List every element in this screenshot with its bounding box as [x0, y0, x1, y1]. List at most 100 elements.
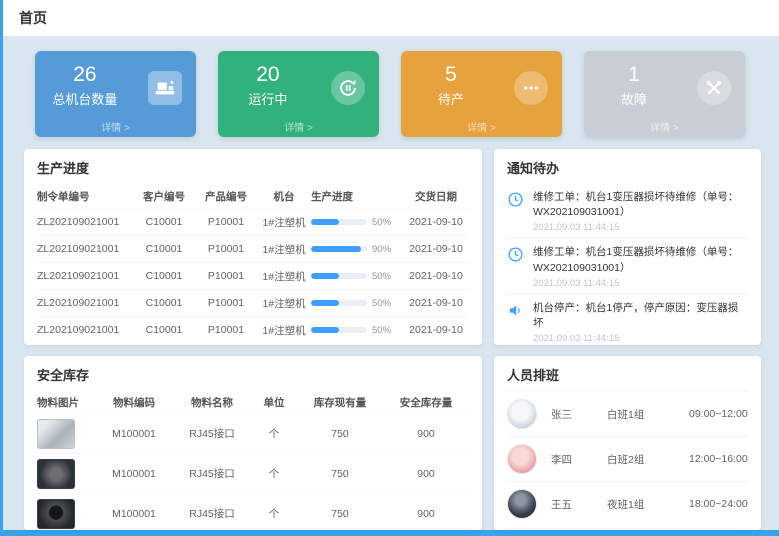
running-icon	[331, 71, 365, 105]
stock-qty: 750	[297, 468, 383, 480]
notice-body: 维修工单：机台1变压器损坏待维修（单号：WX202109031001） 2021…	[533, 190, 748, 233]
delivery-date: 2021-09-10	[403, 297, 469, 309]
order-no: ZL202109021001	[37, 324, 133, 336]
stat-value: 5	[401, 63, 501, 87]
machine-name: 1#注塑机	[257, 269, 311, 284]
column-header: 安全库存量	[383, 395, 469, 410]
notice-body: 维修工单：机台1变压器损坏待维修（单号：WX202109031001） 2021…	[533, 245, 748, 288]
material-name: RJ45接口	[173, 466, 251, 481]
table-row: M100001 RJ45接口 个 750 900	[37, 453, 469, 493]
machine-icon	[148, 71, 182, 105]
stock-qty: 750	[297, 508, 383, 520]
column-header: 机台	[257, 189, 311, 204]
progress-bar	[311, 327, 367, 333]
staff-shift: 白班1组	[607, 407, 689, 422]
safety-stock-panel: 安全库存 物料图片 物料编码 物料名称 单位 库存现有量 安全库存量 M1000…	[24, 356, 482, 530]
column-header: 物料图片	[37, 395, 95, 410]
progress-bar	[311, 300, 367, 306]
detail-link[interactable]: 详情 >	[401, 119, 562, 134]
material-code: M100001	[95, 468, 173, 480]
clock-icon	[507, 190, 525, 233]
customer-no: C10001	[133, 324, 195, 336]
table-row: ZL202109021001 C10001 P10001 1#注塑机 50% 2…	[37, 289, 469, 316]
customer-no: C10001	[133, 297, 195, 309]
order-no: ZL202109021001	[37, 216, 133, 228]
progress-fill	[311, 327, 339, 333]
production-table: 制令单编号 客户编号 产品编号 机台 生产进度 交货日期 ZL202109021…	[37, 184, 469, 343]
material-unit: 个	[251, 466, 297, 481]
table-row: ZL202109021001 C10001 P10001 1#注塑机 50% 2…	[37, 316, 469, 343]
progress-fill	[311, 219, 339, 225]
progress-label: 50%	[372, 298, 391, 309]
order-no: ZL202109021001	[37, 243, 133, 255]
safety-qty: 900	[383, 468, 469, 480]
stock-qty: 750	[297, 428, 383, 440]
staff-name: 李四	[551, 452, 607, 467]
stat-label: 运行中	[218, 89, 318, 108]
detail-link[interactable]: 详情 >	[218, 119, 379, 134]
stat-value: 1	[584, 63, 684, 87]
notice-text: 维修工单：机台1变压器损坏待维修（单号：WX202109031001）	[533, 245, 748, 275]
stat-card-total-machines[interactable]: 26 总机台数量 详情 >	[35, 51, 196, 137]
progress-label: 50%	[372, 217, 391, 228]
progress-bar	[311, 273, 367, 279]
stat-card-fault[interactable]: 1 故障 详情 >	[584, 51, 745, 137]
staff-shift: 白班2组	[607, 452, 689, 467]
stat-cards-row: 26 总机台数量 详情 > 20 运行中	[3, 37, 779, 149]
notice-time: 2021.09.03 11:44:15	[533, 278, 748, 289]
column-header: 生产进度	[311, 189, 403, 204]
speaker-part-photo	[37, 499, 75, 529]
table-row: ZL202109021001 C10001 P10001 1#注塑机 50% 2…	[37, 262, 469, 289]
column-header: 物料名称	[173, 395, 251, 410]
table-row: ZL202109021001 C10001 P10001 1#注塑机 50% 2…	[37, 208, 469, 235]
notice-text: 机台停产：机台1停产，停产原因：变压器损坏	[533, 301, 748, 331]
tools-icon	[697, 71, 731, 105]
column-header: 单位	[251, 395, 297, 410]
progress-bar	[311, 246, 367, 252]
table-row: M100001 RJ45接口 个 750 900	[37, 413, 469, 453]
stock-table: 物料图片 物料编码 物料名称 单位 库存现有量 安全库存量 M100001 RJ…	[37, 391, 469, 530]
notice-time: 2021.09.03 11:44:15	[533, 333, 748, 344]
material-name: RJ45接口	[173, 426, 251, 441]
notice-item[interactable]: 机台停产：机台1停产，停产原因：变压器损坏 2021.09.03 11:44:1…	[507, 295, 748, 345]
stat-card-running[interactable]: 20 运行中 详情 >	[218, 51, 379, 137]
progress-cell: 50%	[311, 325, 403, 336]
machine-name: 1#注塑机	[257, 242, 311, 257]
notice-item[interactable]: 维修工单：机台1变压器损坏待维修（单号：WX202109031001） 2021…	[507, 184, 748, 239]
table-row: M100001 RJ45接口 个 750 900	[37, 493, 469, 530]
staff-row: 张三 白班1组 09:00~12:00	[507, 391, 748, 436]
customer-no: C10001	[133, 243, 195, 255]
panel-title: 通知待办	[507, 158, 748, 184]
notices-panel: 通知待办 维修工单：机台1变压器损坏待维修（单号：WX202109031001）…	[494, 149, 761, 345]
order-no: ZL202109021001	[37, 270, 133, 282]
progress-fill	[311, 300, 339, 306]
delivery-date: 2021-09-10	[403, 270, 469, 282]
staff-time: 18:00~24:00	[689, 498, 748, 510]
product-no: P10001	[195, 243, 257, 255]
stat-label: 总机台数量	[35, 89, 135, 108]
product-no: P10001	[195, 270, 257, 282]
notice-item[interactable]: 维修工单：机台1变压器损坏待维修（单号：WX202109031001） 2021…	[507, 239, 748, 294]
notice-text: 维修工单：机台1变压器损坏待维修（单号：WX202109031001）	[533, 190, 748, 220]
detail-link[interactable]: 详情 >	[35, 119, 196, 134]
panel-title: 安全库存	[37, 365, 469, 391]
product-no: P10001	[195, 324, 257, 336]
progress-label: 50%	[372, 325, 391, 336]
staff-shift: 夜班1组	[607, 497, 689, 512]
speaker-icon	[507, 301, 525, 344]
machine-name: 1#注塑机	[257, 296, 311, 311]
table-header-row: 物料图片 物料编码 物料名称 单位 库存现有量 安全库存量	[37, 391, 469, 413]
delivery-date: 2021-09-10	[403, 324, 469, 336]
stat-card-waiting[interactable]: 5 待产 详情 >	[401, 51, 562, 137]
column-header: 库存现有量	[297, 395, 383, 410]
progress-fill	[311, 273, 339, 279]
stat-value: 26	[35, 63, 135, 87]
notice-body: 机台停产：机台1停产，停产原因：变压器损坏 2021.09.03 11:44:1…	[533, 301, 748, 344]
avatar	[507, 444, 537, 474]
material-name: RJ45接口	[173, 506, 251, 521]
notice-time: 2021.09.03 11:44:15	[533, 222, 748, 233]
column-header: 交货日期	[403, 189, 469, 204]
material-code: M100001	[95, 428, 173, 440]
page-header: 首页	[3, 0, 779, 37]
detail-link[interactable]: 详情 >	[584, 119, 745, 134]
